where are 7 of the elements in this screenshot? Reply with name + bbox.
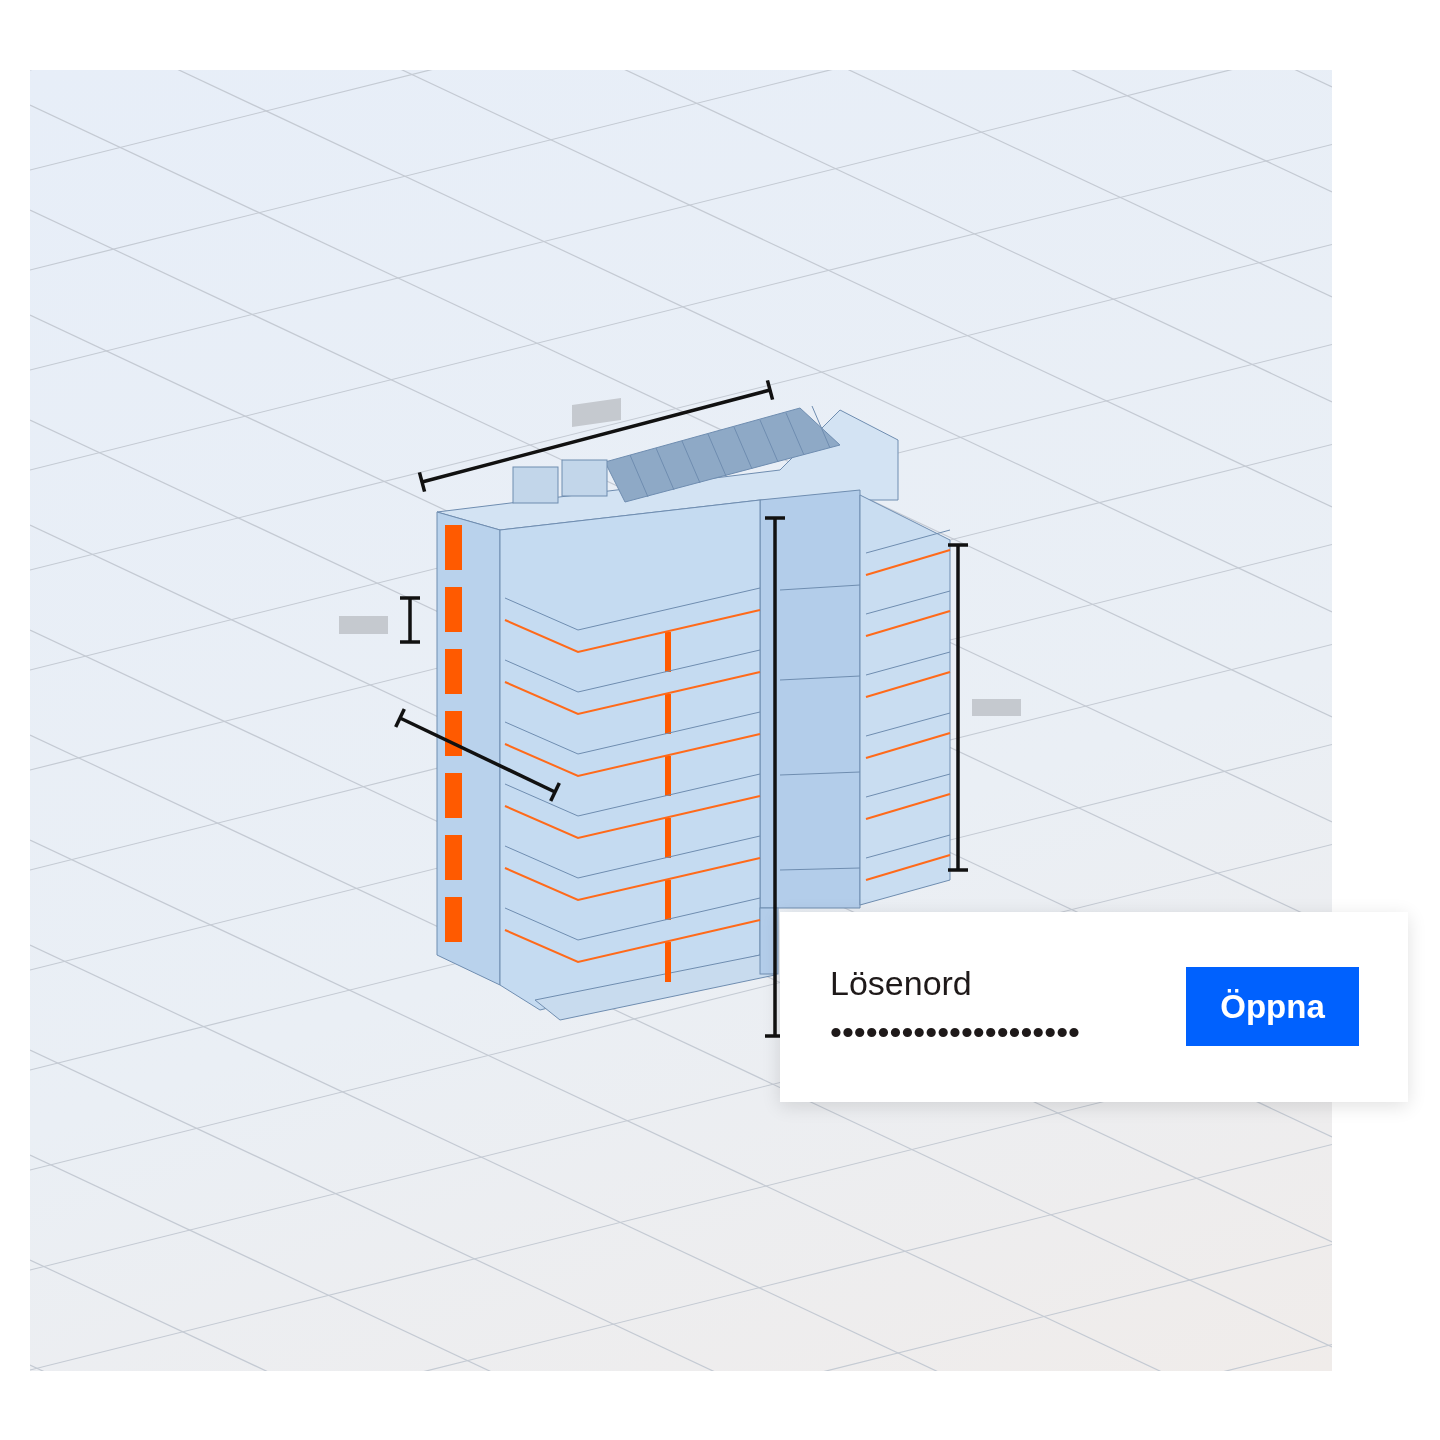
- password-label: Lösenord: [830, 963, 973, 1004]
- dimension-label: [339, 616, 388, 634]
- dimension-label: [972, 699, 1021, 716]
- dimension-line: [400, 596, 420, 644]
- password-field[interactable]: •••••••••••••••••••••: [830, 1012, 1080, 1052]
- dimension-label: [572, 398, 621, 427]
- open-button[interactable]: Öppna: [1186, 967, 1359, 1046]
